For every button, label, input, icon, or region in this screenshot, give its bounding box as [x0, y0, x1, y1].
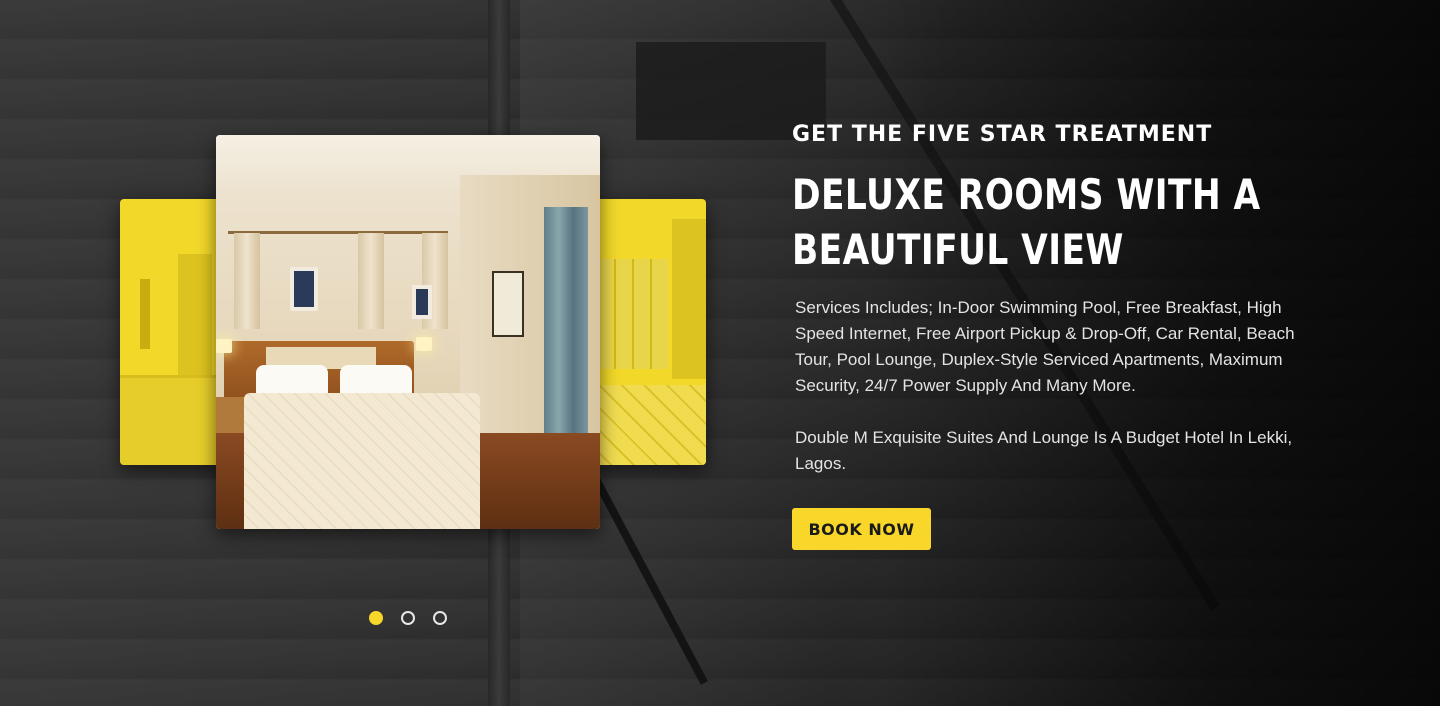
- hero-description: Services Includes; In-Door Swimming Pool…: [795, 295, 1315, 477]
- wall-window-left: [290, 267, 318, 311]
- bed: [244, 393, 480, 529]
- slider-dot-1[interactable]: [369, 611, 383, 625]
- slider-pagination: [369, 611, 447, 625]
- hero-headline: DELUXE ROOMS WITH A BEAUTIFUL VIEW: [792, 170, 1261, 274]
- hero-hotel-text: Double M Exquisite Suites And Lounge Is …: [795, 428, 1293, 473]
- slide-previous-lamp: [140, 279, 150, 349]
- slide-next[interactable]: [590, 199, 706, 465]
- slide-previous-curtain: [178, 254, 212, 384]
- curtain-rod: [228, 231, 448, 234]
- hero-services-text: Services Includes; In-Door Swimming Pool…: [795, 298, 1295, 395]
- wall-window-right: [412, 285, 432, 319]
- slide-next-curtain: [672, 219, 706, 379]
- lamp-left: [216, 339, 232, 353]
- hero-content: GET THE FIVE STAR TREATMENT DELUXE ROOMS…: [792, 122, 1322, 477]
- slider-dot-2[interactable]: [401, 611, 415, 625]
- slide-next-window: [598, 259, 668, 369]
- slide-active-room-image[interactable]: [216, 135, 600, 529]
- book-now-button[interactable]: BOOK NOW: [792, 508, 931, 550]
- slide-next-floor: [590, 385, 706, 465]
- curtain-middle: [358, 233, 384, 329]
- curtain-left: [234, 233, 260, 329]
- slider-dot-3[interactable]: [433, 611, 447, 625]
- lamp-right: [416, 337, 432, 351]
- hero-eyebrow: GET THE FIVE STAR TREATMENT: [792, 122, 1213, 147]
- blue-curtain: [544, 207, 588, 469]
- wall-art: [492, 271, 524, 337]
